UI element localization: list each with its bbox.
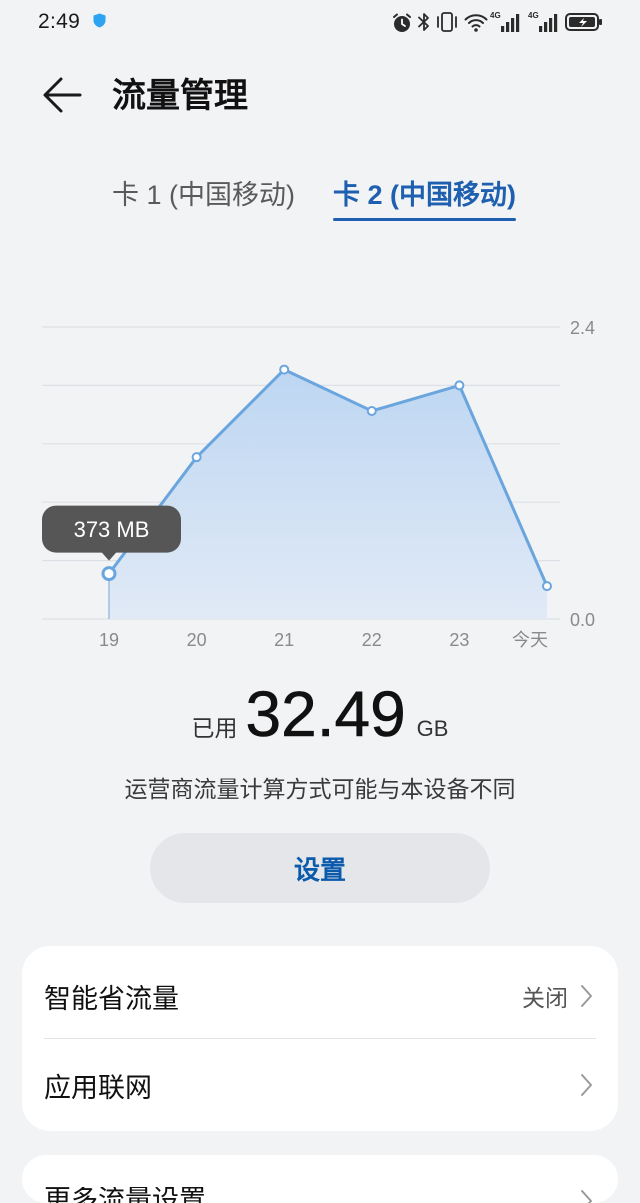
- x-tick-label: 22: [362, 630, 382, 650]
- row-value: 关闭: [522, 985, 568, 1011]
- chevron-right-icon: [580, 1189, 593, 1203]
- bluetooth-icon: [417, 11, 431, 33]
- row-label: 更多流量设置: [44, 1187, 206, 1203]
- back-arrow-icon: [43, 77, 82, 113]
- settings-button-label: 设置: [293, 854, 346, 885]
- usage-prefix: 已用: [191, 715, 238, 741]
- x-tick-label: 今天: [512, 630, 548, 650]
- x-tick-label: 20: [187, 630, 207, 650]
- x-tick-label: 21: [274, 630, 294, 650]
- chevron-right-icon: [580, 984, 593, 1008]
- page-title: 流量管理: [112, 77, 248, 115]
- settings-button[interactable]: 设置: [150, 833, 490, 903]
- data-point-selected[interactable]: [101, 566, 117, 582]
- area-fill: [109, 369, 547, 619]
- usage-chart[interactable]: 2.4 0.0 19 20 21 22 23 今天 373 MB: [0, 300, 640, 660]
- more-settings-card: 更多流量设置: [22, 1155, 618, 1203]
- wifi-icon: [463, 11, 489, 33]
- signal-icon: 4G: [490, 10, 522, 34]
- battery-icon: [565, 12, 603, 32]
- data-point[interactable]: [542, 581, 552, 592]
- tab-label: 卡 2 (中国移动): [333, 180, 517, 210]
- smart-data-saver-row[interactable]: 智能省流量 关闭: [22, 946, 618, 1038]
- app-network-access-row[interactable]: 应用联网: [22, 1039, 618, 1131]
- tooltip-label: 373 MB: [74, 517, 150, 542]
- data-tooltip: 373 MB: [42, 505, 181, 561]
- data-point[interactable]: [366, 405, 377, 416]
- data-options-card: 智能省流量 关闭 应用联网: [22, 946, 618, 1131]
- back-button[interactable]: [40, 76, 84, 116]
- active-tab-indicator: [333, 218, 517, 221]
- status-time: 2:49: [38, 10, 81, 33]
- network-type-label: 4G: [490, 11, 501, 20]
- vibrate-icon: [435, 11, 459, 33]
- x-tick-label: 19: [99, 630, 119, 650]
- shield-icon: [93, 13, 106, 28]
- data-point[interactable]: [279, 364, 290, 375]
- row-label: 智能省流量: [44, 983, 179, 1014]
- usage-unit: GB: [416, 716, 449, 741]
- network-type-label: 4G: [528, 11, 539, 20]
- data-point[interactable]: [454, 380, 465, 391]
- row-label: 应用联网: [44, 1072, 152, 1103]
- x-tick-label: 23: [449, 630, 469, 650]
- usage-summary: 已用 32.49 GB: [0, 676, 640, 767]
- y-tick-label: 0.0: [570, 610, 595, 630]
- y-tick-label: 2.4: [570, 318, 595, 338]
- tooltip-pointer: [101, 551, 117, 561]
- chevron-right-icon: [580, 1073, 593, 1097]
- status-bar: 2:49 4G 4G: [0, 0, 640, 44]
- data-point[interactable]: [191, 452, 202, 463]
- more-data-settings-row[interactable]: 更多流量设置: [22, 1155, 618, 1203]
- usage-value: 32.49: [245, 678, 406, 751]
- tab-card-2[interactable]: 卡 2 (中国移动): [333, 176, 517, 221]
- alarm-icon: [391, 12, 413, 34]
- usage-note: 运营商流量计算方式可能与本设备不同: [124, 776, 516, 802]
- chart-plot: 2.4 0.0 19 20 21 22 23 今天 373 MB: [42, 318, 595, 650]
- tab-card-1[interactable]: 卡 1 (中国移动): [112, 176, 295, 214]
- tab-label: 卡 1 (中国移动): [112, 180, 296, 210]
- signal-icon: 4G: [528, 10, 560, 34]
